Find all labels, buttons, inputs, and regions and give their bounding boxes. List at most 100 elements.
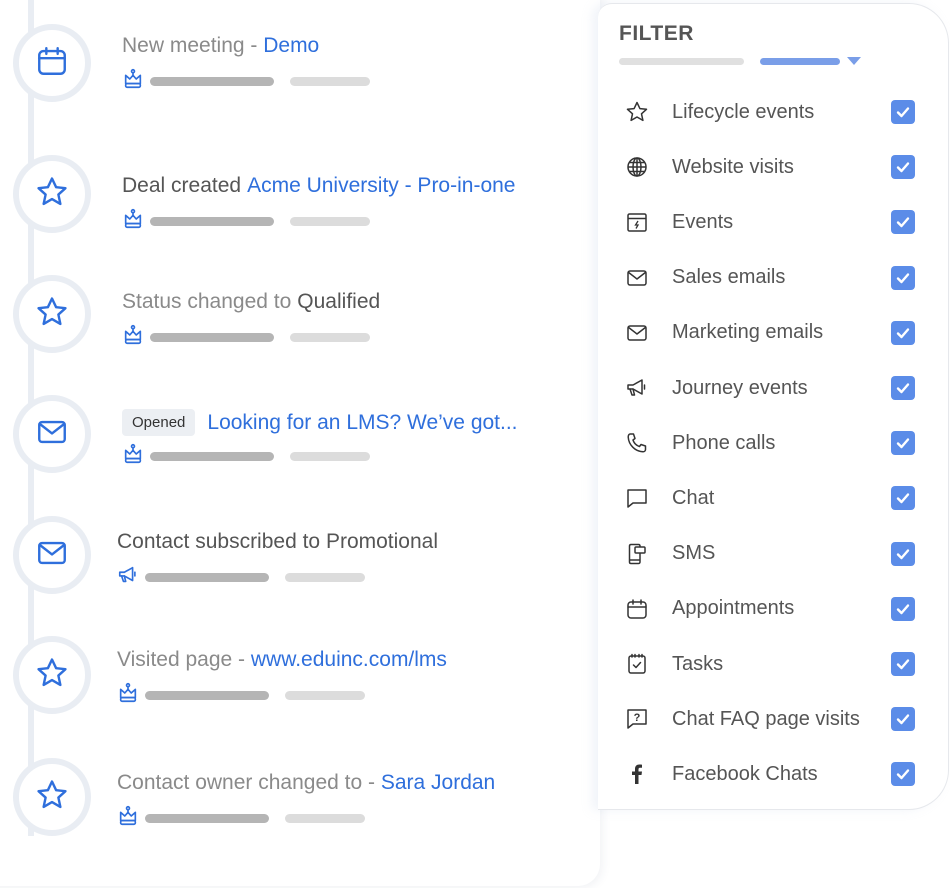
check-icon <box>895 380 911 396</box>
filter-item[interactable]: Appointments <box>598 589 948 629</box>
mail-icon <box>625 266 649 290</box>
event-calendar-icon <box>625 210 649 234</box>
timeline-text: Status changed to <box>122 290 292 313</box>
timeline-text: Contact owner changed to - <box>117 771 381 794</box>
filter-item-label: Tasks <box>672 652 724 675</box>
timeline-meta <box>117 805 365 832</box>
timeline-item: Visited page - www.eduinc.com/lms <box>0 636 600 726</box>
timeline-item: New meeting - Demo <box>0 24 600 114</box>
filter-item-label: Website visits <box>672 155 794 178</box>
timeline-node <box>13 24 91 102</box>
filter-item-label: Chat <box>672 486 715 509</box>
filter-item[interactable]: SMS <box>598 534 948 574</box>
filter-checkbox[interactable] <box>891 707 915 732</box>
filter-checkbox[interactable] <box>891 486 915 511</box>
placeholder-bar <box>285 813 365 823</box>
timeline-node <box>13 636 91 714</box>
filter-item[interactable]: Website visits <box>598 147 948 187</box>
filter-item[interactable]: Chat <box>598 478 948 518</box>
filter-checkbox[interactable] <box>891 762 915 787</box>
placeholder-bar <box>150 76 274 86</box>
filter-checkbox[interactable] <box>891 155 915 180</box>
crown-icon <box>117 805 139 832</box>
filter-checkbox[interactable] <box>891 541 915 566</box>
timeline-link[interactable]: Demo <box>263 34 319 58</box>
star-icon <box>35 295 69 334</box>
filter-item-label: Lifecycle events <box>672 100 815 123</box>
timeline-title: Opened Looking for an LMS? We’ve got... <box>122 409 518 436</box>
task-icon <box>625 652 649 676</box>
timeline-node <box>13 516 91 594</box>
check-icon <box>895 656 911 672</box>
timeline-node <box>13 155 91 233</box>
timeline-meta <box>117 682 365 709</box>
filter-item[interactable]: Lifecycle events <box>598 92 948 132</box>
filter-checkbox[interactable] <box>891 210 915 235</box>
star-icon <box>35 778 69 817</box>
filter-item[interactable]: Marketing emails <box>598 313 948 353</box>
check-icon <box>895 766 911 782</box>
filter-item[interactable]: Events <box>598 202 948 242</box>
placeholder-bar <box>145 572 269 582</box>
placeholder-bar <box>285 690 365 700</box>
timeline-title: Contact subscribed to Promotional <box>117 530 438 554</box>
filter-dropdown-bar[interactable] <box>760 58 840 65</box>
globe-icon <box>625 155 649 179</box>
timeline-text: Deal created <box>122 174 242 197</box>
filter-checkbox[interactable] <box>891 320 915 345</box>
timeline-item: Contact owner changed to - Sara Jordan <box>0 758 600 848</box>
timeline-item: Status changed to Qualified <box>0 275 600 365</box>
sms-icon <box>625 542 649 566</box>
crown-icon <box>117 682 139 709</box>
mail-icon <box>625 321 649 345</box>
check-icon <box>895 270 911 286</box>
timeline-text: Visited page - <box>117 648 251 671</box>
timeline-link[interactable]: Acme University - Pro-in-one <box>247 174 515 198</box>
filter-item[interactable]: Facebook Chats <box>598 754 948 794</box>
timeline-link[interactable]: Looking for an LMS? We’ve got... <box>207 411 517 435</box>
timeline-meta <box>117 566 365 588</box>
timeline-node <box>13 395 91 473</box>
crown-icon <box>122 68 144 95</box>
filter-checkbox[interactable] <box>891 100 915 124</box>
check-icon <box>895 104 911 120</box>
filter-checkbox[interactable] <box>891 596 915 621</box>
crown-icon <box>122 324 144 351</box>
filter-checkbox[interactable] <box>891 652 915 676</box>
filter-item-label: Chat FAQ page visits <box>672 707 860 730</box>
timeline-title: New meeting - Demo <box>122 34 319 58</box>
filter-item[interactable]: ? Chat FAQ page visits <box>598 699 948 739</box>
filter-item-label: Phone calls <box>672 431 776 454</box>
timeline-item: Contact subscribed to Promotional <box>0 516 600 606</box>
placeholder-bar <box>285 572 365 582</box>
filter-title: FILTER <box>619 22 694 45</box>
check-icon <box>895 159 911 175</box>
check-icon <box>895 546 911 562</box>
filter-checkbox[interactable] <box>891 265 915 290</box>
filter-item-label: Journey events <box>672 376 808 399</box>
chat-bubble-icon <box>625 486 649 510</box>
calendar-icon <box>625 597 649 621</box>
filter-item[interactable]: Phone calls <box>598 423 948 463</box>
filter-checkbox[interactable] <box>891 431 915 456</box>
calendar-icon <box>35 44 69 83</box>
check-icon <box>895 214 911 230</box>
placeholder-bar <box>290 216 370 226</box>
filter-item[interactable]: Sales emails <box>598 258 948 298</box>
timeline-node <box>13 275 91 353</box>
filter-item[interactable]: Journey events <box>598 368 948 408</box>
caret-down-icon[interactable] <box>847 57 861 65</box>
timeline-title: Visited page - www.eduinc.com/lms <box>117 648 447 672</box>
timeline-meta <box>122 324 370 351</box>
filter-panel: FILTER Lifecycle events Website visits Eve… <box>598 3 949 810</box>
filter-item-label: Marketing emails <box>672 321 824 344</box>
filter-item-label: Appointments <box>672 597 795 620</box>
filter-item-label: Facebook Chats <box>672 762 818 785</box>
filter-item[interactable]: Tasks <box>598 644 948 684</box>
timeline-link[interactable]: www.eduinc.com/lms <box>251 648 447 672</box>
placeholder-bar <box>145 813 269 823</box>
timeline-link[interactable]: Sara Jordan <box>381 771 495 795</box>
filter-item-label: Sales emails <box>672 266 786 289</box>
filter-checkbox[interactable] <box>891 376 915 400</box>
placeholder-bar <box>290 332 370 342</box>
